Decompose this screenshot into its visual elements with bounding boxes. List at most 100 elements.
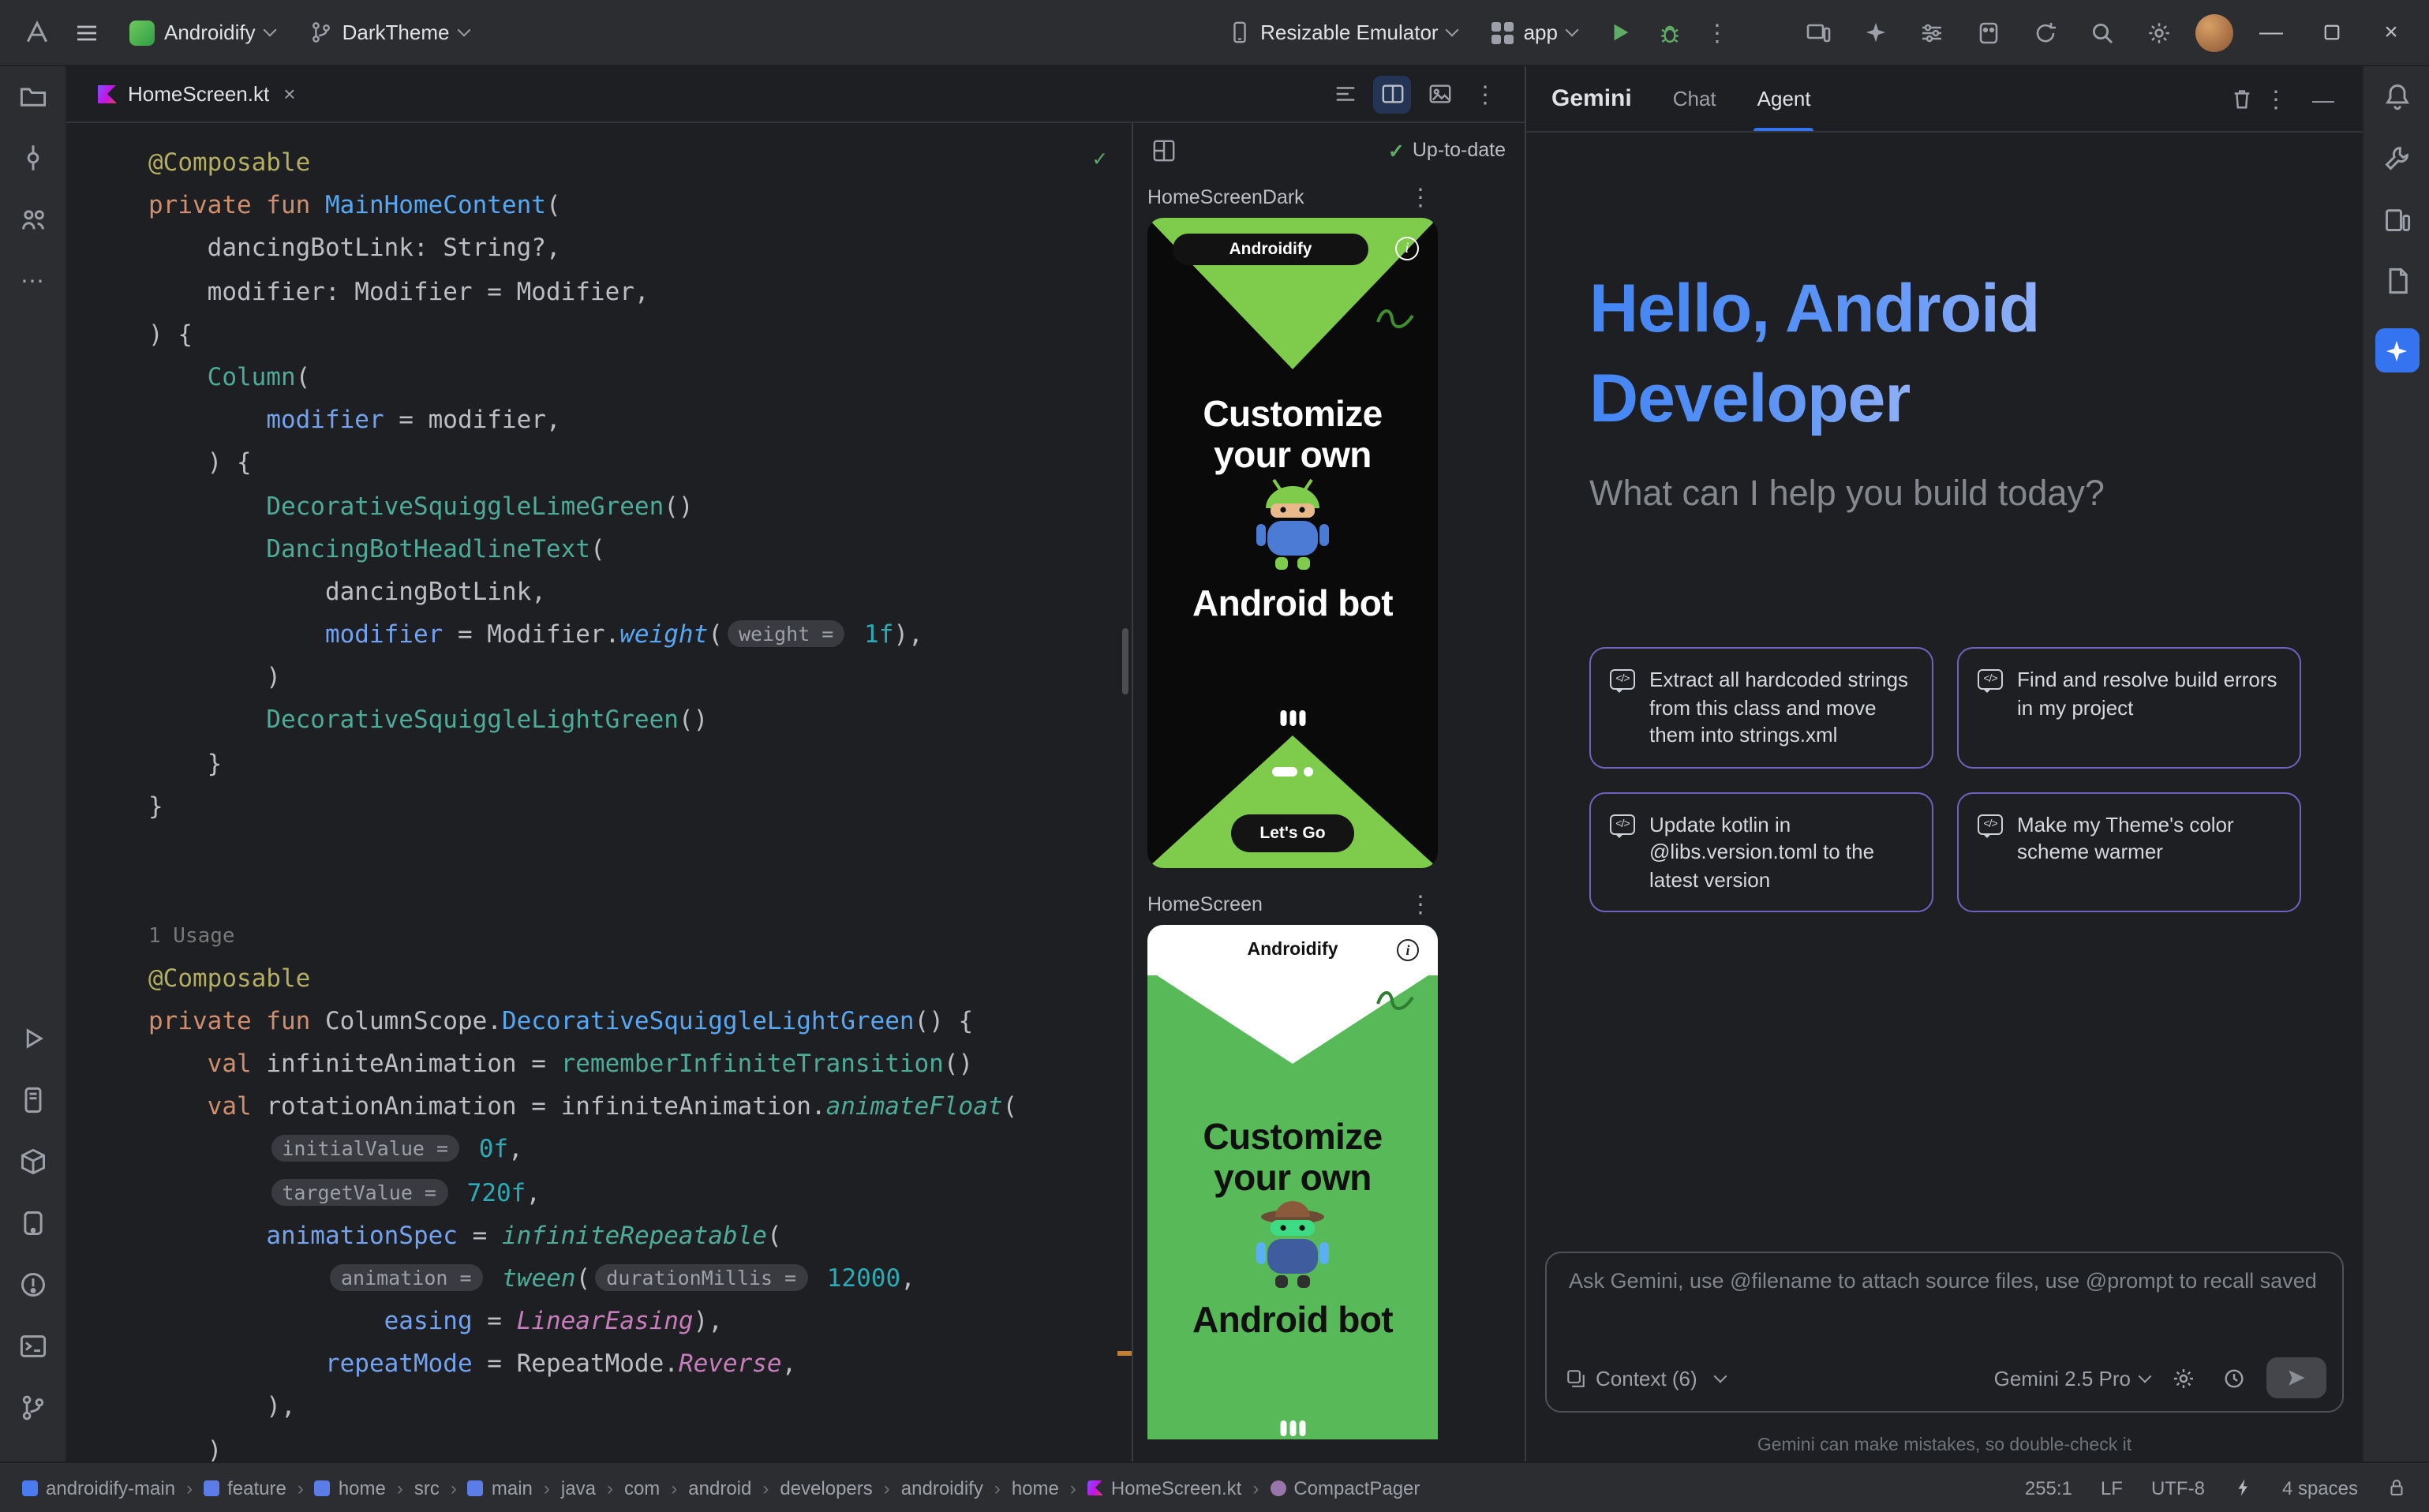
code-line[interactable]: } [148,786,1132,829]
code-editor[interactable]: @Composableprivate fun MainHomeContent( … [66,123,1133,1461]
commit-icon[interactable] [18,144,47,172]
code-line[interactable]: 1 Usage [148,915,1132,957]
preview-frame-light[interactable]: Androidify i Customize your own [1147,925,1438,1439]
editor-scrollbar[interactable] [1122,628,1128,694]
search-icon[interactable] [2082,12,2123,53]
code-line[interactable]: targetValue = 720f, [148,1172,1132,1214]
editor-options-icon[interactable]: ⋮ [1468,80,1503,108]
build-variants-icon[interactable] [1911,12,1952,53]
breadcrumb-item[interactable]: androidify [901,1476,983,1499]
user-avatar[interactable] [2195,13,2233,51]
problems-icon[interactable] [18,1271,47,1299]
run-config-selector[interactable]: app [1480,14,1589,51]
gemini-input-box[interactable]: Context (6) Gemini 2.5 Pro [1545,1252,2344,1413]
gemini-toolbar-icon[interactable] [1854,12,1896,53]
editor-tab-homescreen[interactable]: HomeScreen.kt × [79,66,314,122]
code-line[interactable]: val infiniteAnimation = rememberInfinite… [148,1043,1132,1086]
device-explorer-icon[interactable] [2382,205,2411,234]
vcs-branch-widget[interactable]: DarkTheme [297,14,481,51]
code-line[interactable]: private fun ColumnScope.DecorativeSquigg… [148,1001,1132,1043]
code-line[interactable]: initialValue = 0f, [148,1129,1132,1172]
device-selector[interactable]: Resizable Emulator [1214,14,1469,51]
line-separator[interactable]: LF [2101,1476,2123,1499]
code-line[interactable]: modifier = modifier, [148,399,1132,442]
preview-menu-icon[interactable]: ⋮ [1403,890,1438,919]
code-line[interactable]: animation = tween(durationMillis = 12000… [148,1258,1132,1301]
hide-panel-icon[interactable]: — [2306,81,2341,116]
code-line[interactable]: Column( [148,357,1132,399]
window-close-button[interactable]: × [2369,10,2413,54]
split-view-icon[interactable] [1373,75,1411,113]
code-line[interactable]: val rotationAnimation = infiniteAnimatio… [148,1086,1132,1128]
inspections-ok-icon[interactable]: ✓ [1093,139,1106,182]
settings-gear-icon[interactable] [2139,12,2180,53]
document-icon[interactable] [2382,267,2411,295]
pull-requests-icon[interactable] [18,205,47,234]
breadcrumb-item[interactable]: developers [780,1476,872,1499]
run-more-actions-icon[interactable]: ⋮ [1700,18,1735,47]
breadcrumb-item[interactable]: feature [204,1476,286,1499]
tab-agent[interactable]: Agent [1757,66,1811,131]
code-line[interactable]: private fun MainHomeContent( [148,185,1132,227]
breadcrumb-item[interactable]: src [414,1476,440,1499]
emulator-icon[interactable] [18,1209,47,1237]
run-button[interactable] [1599,12,1640,53]
gemini-options-icon[interactable]: ⋮ [2259,84,2293,113]
project-folder-icon[interactable] [18,82,47,110]
code-line[interactable]: ) [148,657,1132,700]
gemini-tool-window-icon[interactable] [2375,328,2419,372]
code-line[interactable]: dancingBotLink, [148,571,1132,614]
code-line[interactable]: ) { [148,443,1132,485]
tab-close-icon[interactable]: × [283,82,295,106]
code-line[interactable]: animationSpec = infiniteRepeatable( [148,1214,1132,1257]
version-control-icon[interactable] [18,1394,47,1422]
preview-menu-icon[interactable]: ⋮ [1403,183,1438,211]
code-line[interactable]: ) [148,1429,1132,1461]
terminal-icon[interactable] [18,1332,47,1360]
cursor-position[interactable]: 255:1 [2025,1476,2072,1499]
model-selector[interactable]: Gemini 2.5 Pro [1994,1366,2150,1390]
code-line[interactable]: DancingBotHeadlineText( [148,528,1132,571]
breadcrumb-item[interactable]: com [624,1476,660,1499]
code-line[interactable]: DecorativeSquiggleLimeGreen() [148,485,1132,528]
code-line[interactable]: repeatMode = RepeatMode.Reverse, [148,1344,1132,1387]
build-icon[interactable] [18,1147,47,1176]
file-encoding[interactable]: UTF-8 [2151,1476,2205,1499]
breadcrumb-item[interactable]: home [1012,1476,1059,1499]
lock-icon[interactable] [2386,1477,2407,1498]
assistant-wrench-icon[interactable] [2382,144,2411,172]
code-line[interactable]: easing = LinearEasing), [148,1301,1132,1343]
suggestion-card[interactable]: </>Find and resolve build errors in my p… [1957,647,2301,768]
breadcrumb-item[interactable]: java [561,1476,596,1499]
code-line[interactable]: modifier: Modifier = Modifier, [148,271,1132,313]
code-completion-lightning-icon[interactable] [2233,1477,2254,1498]
breadcrumb-item[interactable]: HomeScreen.kt [1087,1476,1241,1499]
gemini-prompt-input[interactable] [1569,1269,2320,1293]
window-minimize-button[interactable]: — [2249,10,2293,54]
debug-button[interactable] [1649,12,1690,53]
breadcrumb-item[interactable]: main [468,1476,533,1499]
preview-layout-icon[interactable] [1152,138,1176,162]
context-chip[interactable]: Context (6) [1566,1366,1726,1390]
sync-project-icon[interactable] [2025,12,2066,53]
code-line[interactable]: ) { [148,314,1132,357]
code-line[interactable]: DecorativeSquiggleLightGreen() [148,700,1132,743]
device-manager-icon[interactable] [1968,12,2009,53]
code-line[interactable]: dancingBotLink: String?, [148,228,1132,271]
code-line[interactable] [148,871,1132,914]
run-tool-icon[interactable] [18,1024,47,1053]
gemini-settings-icon[interactable] [2165,1360,2200,1395]
breadcrumb-item[interactable]: android [688,1476,751,1499]
breadcrumb-item[interactable]: home [315,1476,386,1499]
suggestion-card[interactable]: </>Extract all hardcoded strings from th… [1589,647,1933,768]
delete-conversation-icon[interactable] [2224,81,2259,116]
code-line[interactable]: } [148,743,1132,785]
design-view-icon[interactable] [1420,75,1458,113]
breadcrumb-item[interactable]: androidify-main [22,1476,175,1499]
code-view-icon[interactable] [1326,75,1364,113]
preview-frame-dark[interactable]: Androidify i Customize your own [1147,218,1438,868]
main-menu-icon[interactable] [66,12,107,53]
more-tool-windows-icon[interactable]: ⋯ [18,267,47,295]
code-line[interactable]: @Composable [148,957,1132,1000]
code-line[interactable]: @Composable [148,142,1132,185]
